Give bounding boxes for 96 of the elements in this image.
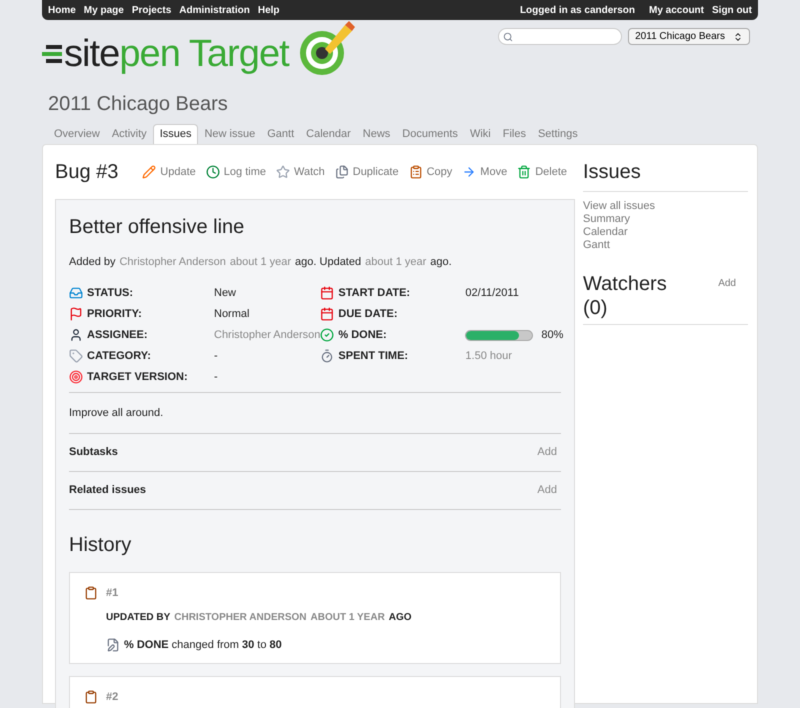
- attribute-label: TARGET VERSION:: [87, 370, 189, 385]
- tag-icon: [69, 349, 83, 363]
- top-menu-link[interactable]: Administration: [179, 2, 250, 18]
- pencil-icon: [142, 165, 156, 179]
- attribute-link[interactable]: Christopher Anderson: [214, 326, 320, 344]
- entry-number: #1: [106, 586, 118, 601]
- updated-by-label: UPDATED BY: [106, 610, 170, 624]
- tab[interactable]: Issues: [152, 124, 198, 144]
- attribute-label: DUE DATE:: [338, 306, 398, 322]
- action-link[interactable]: Watch: [276, 164, 325, 180]
- sidebar-link[interactable]: View all issues: [583, 200, 655, 213]
- documents-icon: [334, 165, 349, 179]
- action-link[interactable]: Update: [142, 164, 196, 180]
- clipboard-icon: [408, 165, 423, 179]
- flag-icon: [69, 307, 83, 321]
- tab[interactable]: Documents: [396, 124, 464, 144]
- attribute-value: 80%: [541, 328, 564, 343]
- attribute-label: SPENT TIME:: [338, 348, 410, 364]
- add-link[interactable]: Add: [718, 272, 748, 320]
- clipboard-icon: [84, 690, 98, 704]
- target-icon: [69, 370, 83, 384]
- calendar-icon: [320, 307, 334, 321]
- add-link[interactable]: Add: [537, 482, 561, 499]
- action-link[interactable]: Duplicate: [334, 164, 399, 180]
- tab[interactable]: Files: [496, 124, 532, 144]
- tab[interactable]: Overview: [48, 124, 106, 144]
- search-icon: [503, 32, 514, 42]
- action-link[interactable]: Log time: [206, 164, 266, 180]
- note-edit-icon: [106, 638, 120, 652]
- top-menu-link[interactable]: My page: [84, 2, 124, 18]
- tab[interactable]: News: [356, 124, 396, 144]
- attribute-label: PRIORITY:: [87, 306, 143, 322]
- star-icon: [276, 165, 290, 179]
- clock-icon: [206, 165, 220, 179]
- attribute-link[interactable]: 1.50 hour: [465, 348, 512, 364]
- check-icon: [320, 328, 334, 342]
- clock-icon: [320, 349, 334, 363]
- attribute-label: CATEGORY:: [87, 348, 152, 364]
- project-select[interactable]: 2011 Chicago Bears: [628, 28, 750, 45]
- attribute-value: -: [214, 370, 218, 385]
- added-text: ago. Updated: [295, 255, 362, 270]
- action-link[interactable]: Delete: [517, 164, 567, 180]
- clipboard-icon: [84, 586, 98, 600]
- tab[interactable]: New issue: [198, 124, 262, 144]
- tab[interactable]: Activity: [106, 124, 153, 144]
- change-detail: % DONE changed from 30 to 80: [124, 638, 282, 652]
- attribute-value: New: [214, 286, 236, 301]
- issue-heading: Bug #3: [55, 160, 118, 185]
- attribute-value: Normal: [214, 306, 250, 322]
- issue-subject: Better offensive line: [69, 215, 246, 240]
- trash-icon: [517, 165, 532, 179]
- top-menu-link[interactable]: Sign out: [712, 2, 752, 18]
- attribute-label: ASSIGNEE:: [87, 328, 149, 343]
- sidebar-link[interactable]: Calendar: [583, 226, 628, 239]
- sidebar-title: Issues: [583, 157, 748, 192]
- action-link[interactable]: Copy: [408, 164, 452, 180]
- attribute-label: STATUS:: [87, 286, 134, 301]
- top-menu-link[interactable]: Help: [258, 2, 280, 18]
- section-title: Related issues: [69, 483, 146, 498]
- search-field[interactable]: [498, 28, 622, 45]
- top-menu-link[interactable]: Home: [48, 2, 76, 18]
- add-link[interactable]: Add: [537, 444, 561, 461]
- top-menu-link[interactable]: My account: [648, 2, 704, 18]
- attribute-label: START DATE:: [338, 286, 412, 301]
- logged-in-text: Logged in as canderson: [520, 4, 635, 18]
- sidebar-link[interactable]: Gantt: [583, 239, 610, 252]
- author-link[interactable]: about 1 year: [230, 254, 292, 270]
- project-title: 2011 Chicago Bears: [48, 92, 228, 117]
- added-text: Added by: [69, 255, 116, 270]
- author-link[interactable]: CHRISTOPHER ANDERSON: [174, 610, 307, 624]
- attribute-value: -: [214, 348, 218, 364]
- attribute-label: % DONE:: [338, 328, 388, 343]
- time-link[interactable]: ABOUT 1 YEAR: [310, 610, 385, 624]
- tab[interactable]: Gantt: [261, 124, 300, 144]
- caret-icon: [733, 32, 743, 42]
- action-link[interactable]: Move: [462, 164, 508, 180]
- issue-description: Improve all around.: [69, 392, 561, 434]
- author-link[interactable]: Christopher Anderson: [119, 254, 226, 270]
- sidebar-link[interactable]: Summary: [583, 213, 630, 226]
- sidebar-title: Watchers (0): [583, 272, 668, 320]
- tab[interactable]: Calendar: [300, 124, 357, 144]
- person-icon: [69, 328, 83, 342]
- ago-text: AGO: [388, 610, 412, 624]
- logo-text: sitepen Target: [64, 35, 289, 73]
- section-title: Subtasks: [69, 445, 118, 460]
- calendar-icon: [320, 286, 334, 300]
- entry-number: #2: [106, 690, 118, 705]
- added-text: ago.: [430, 255, 452, 270]
- attribute-value: 02/11/2011: [465, 286, 519, 301]
- history-title: History: [69, 533, 132, 558]
- top-menu-link[interactable]: Projects: [132, 2, 172, 18]
- inbox-icon: [69, 286, 83, 300]
- logo-bars-icon: [42, 43, 62, 65]
- tab[interactable]: Wiki: [464, 124, 497, 144]
- tab[interactable]: Settings: [532, 124, 584, 144]
- author-link[interactable]: about 1 year: [365, 254, 426, 270]
